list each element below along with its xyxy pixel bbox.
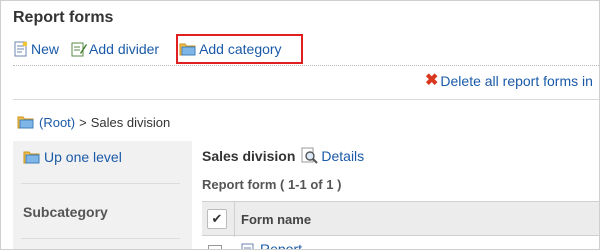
sidebar-divider: [21, 183, 180, 184]
edit-document-icon: [71, 41, 88, 57]
column-divider: [234, 202, 235, 237]
add-divider-label: Add divider: [89, 41, 160, 57]
report-forms-table: ✔ Form name Report: [202, 201, 599, 249]
column-header-form-name: Form name: [241, 212, 312, 227]
breadcrumb-current: Sales division: [90, 115, 171, 130]
up-one-level-label: Up one level: [44, 149, 122, 165]
category-name: Sales division: [202, 147, 296, 164]
new-document-icon: [13, 41, 29, 57]
delete-icon: ✖: [425, 72, 439, 89]
select-all-toggle[interactable]: ✔: [207, 209, 227, 229]
page-title: Report forms: [13, 9, 114, 26]
report-count: Report form ( 1-1 of 1 ): [202, 177, 342, 192]
up-one-level-link[interactable]: Up one level: [23, 149, 122, 165]
add-divider-button[interactable]: Add divider: [71, 41, 159, 57]
breadcrumb-separator: >: [79, 115, 87, 130]
report-forms-page: Report forms New Add divider Add categor…: [0, 0, 600, 250]
details-label: Details: [321, 147, 365, 164]
section-divider: [13, 99, 599, 100]
folder-icon: [17, 115, 35, 130]
toolbar-divider: [13, 65, 599, 66]
table-row: Report: [202, 237, 599, 249]
subcategory-heading: Subcategory: [23, 204, 108, 220]
delete-all-label: Delete all report forms in: [440, 73, 593, 89]
row-checkbox[interactable]: [208, 245, 222, 249]
report-form-link[interactable]: Report: [260, 241, 302, 249]
new-label: New: [31, 41, 60, 57]
table-header: ✔ Form name: [202, 201, 599, 237]
breadcrumb: (Root) > Sales division: [17, 115, 170, 130]
magnifier-icon: [301, 147, 319, 164]
category-sidebar: Up one level Subcategory: [13, 141, 192, 249]
category-header: Sales division Details: [202, 147, 364, 164]
breadcrumb-root-link[interactable]: (Root): [39, 115, 75, 130]
sidebar-divider: [21, 238, 180, 239]
new-button[interactable]: New: [13, 41, 59, 57]
report-form-icon: [240, 243, 256, 249]
details-link[interactable]: Details: [301, 147, 364, 164]
folder-up-icon: [23, 149, 41, 165]
delete-all-button[interactable]: ✖ Delete all report forms in: [425, 72, 593, 90]
highlight-box: [176, 34, 303, 64]
